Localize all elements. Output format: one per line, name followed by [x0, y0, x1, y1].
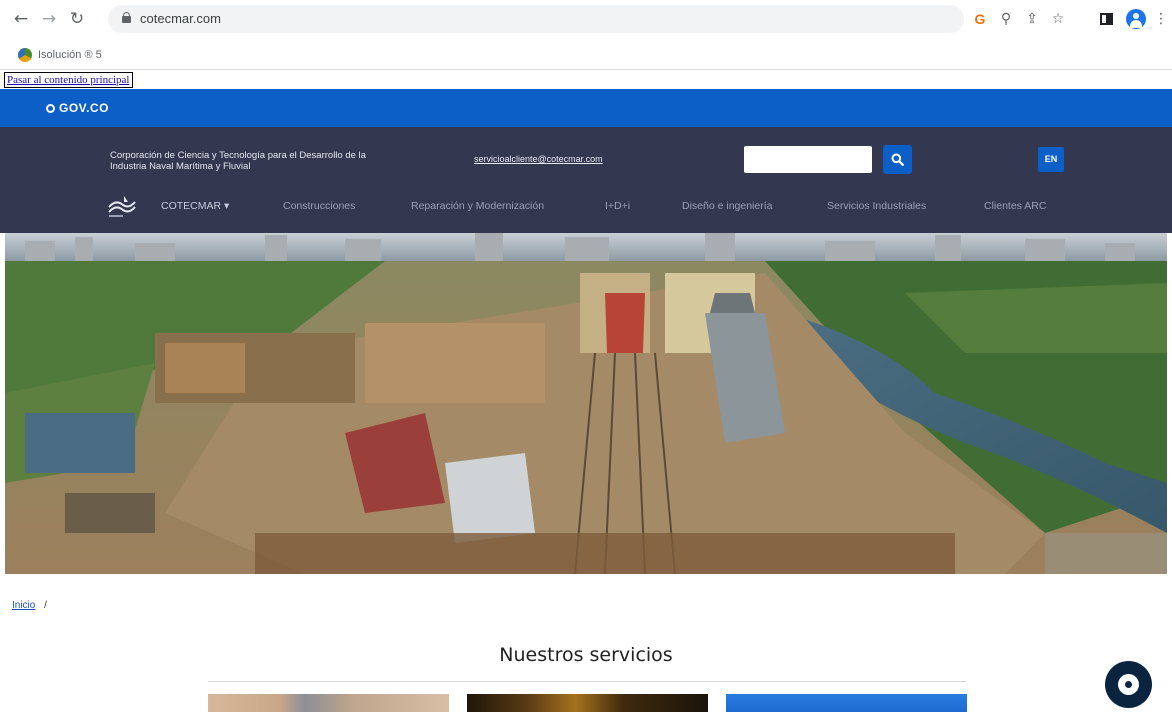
- nav-item-cotecmar[interactable]: COTECMAR ▾: [161, 200, 229, 212]
- address-bar[interactable]: cotecmar.com: [108, 5, 964, 33]
- gov-co-logo-text: GOV.CO: [59, 101, 109, 115]
- isolucion-favicon-icon: [18, 48, 32, 62]
- breadcrumb-home-link[interactable]: Inicio: [12, 600, 35, 611]
- breadcrumb: Inicio /: [12, 600, 47, 611]
- gov-co-logo[interactable]: GOV.CO: [46, 101, 109, 115]
- gov-co-seal-icon: [46, 103, 55, 113]
- zoom-icon[interactable]: ⚲: [996, 9, 1016, 29]
- hero-shipyard-image: [5, 233, 1167, 574]
- service-card-2-image[interactable]: [467, 694, 708, 712]
- nav-item-reparacion[interactable]: Reparación y Modernización: [411, 200, 544, 212]
- service-card-1-image[interactable]: [208, 694, 449, 712]
- lock-icon: [122, 12, 131, 23]
- section-divider: [208, 681, 966, 682]
- nav-item-construcciones[interactable]: Construcciones: [283, 200, 355, 212]
- chat-widget-button[interactable]: [1105, 661, 1152, 708]
- bookmark-star-icon[interactable]: ☆: [1048, 9, 1068, 29]
- menu-kebab-icon[interactable]: ⋮: [1154, 9, 1168, 29]
- bookmarks-bar: Isolución ® 5: [0, 40, 1172, 70]
- nav-item-idi[interactable]: I+D+i: [605, 200, 630, 212]
- nav-item-servicios-industriales[interactable]: Servicios Industriales: [827, 200, 926, 212]
- search-icon: [891, 153, 904, 166]
- breadcrumb-separator: /: [44, 600, 47, 611]
- url-text: cotecmar.com: [140, 11, 221, 26]
- bookmark-label: Isolución ® 5: [38, 49, 102, 61]
- language-button[interactable]: EN: [1038, 147, 1064, 172]
- search-input[interactable]: [744, 146, 872, 173]
- back-arrow-icon[interactable]: ←: [10, 8, 32, 30]
- nav-item-diseno[interactable]: Diseño e ingeniería: [682, 200, 772, 212]
- browser-toolbar: ← → ↻ cotecmar.com G ⚲ ⇪ ☆ ⋮: [0, 0, 1172, 40]
- site-header: Corporación de Ciencia y Tecnología para…: [0, 127, 1172, 233]
- cotecmar-logo-icon[interactable]: [106, 193, 138, 219]
- gov-co-bar: GOV.CO: [0, 89, 1172, 127]
- google-translate-icon[interactable]: G: [970, 9, 990, 29]
- bookmark-isolucion[interactable]: Isolución ® 5: [18, 47, 102, 63]
- section-title: Nuestros servicios: [499, 644, 673, 666]
- contact-email-link[interactable]: servicioalcliente@cotecmar.com: [474, 154, 603, 164]
- chat-icon: [1118, 674, 1139, 695]
- share-icon[interactable]: ⇪: [1022, 9, 1042, 29]
- forward-arrow-icon[interactable]: →: [38, 8, 60, 30]
- nav-item-clientes-arc[interactable]: Clientes ARC: [984, 200, 1046, 212]
- profile-avatar-icon[interactable]: [1126, 9, 1146, 29]
- corporation-name: Corporación de Ciencia y Tecnología para…: [110, 150, 366, 172]
- service-card-3-image[interactable]: [726, 694, 967, 712]
- reload-icon[interactable]: ↻: [66, 8, 88, 30]
- skip-to-content-link[interactable]: Pasar al contenido principal: [4, 72, 133, 88]
- search-button[interactable]: [883, 145, 912, 174]
- side-panel-icon[interactable]: [1100, 13, 1113, 25]
